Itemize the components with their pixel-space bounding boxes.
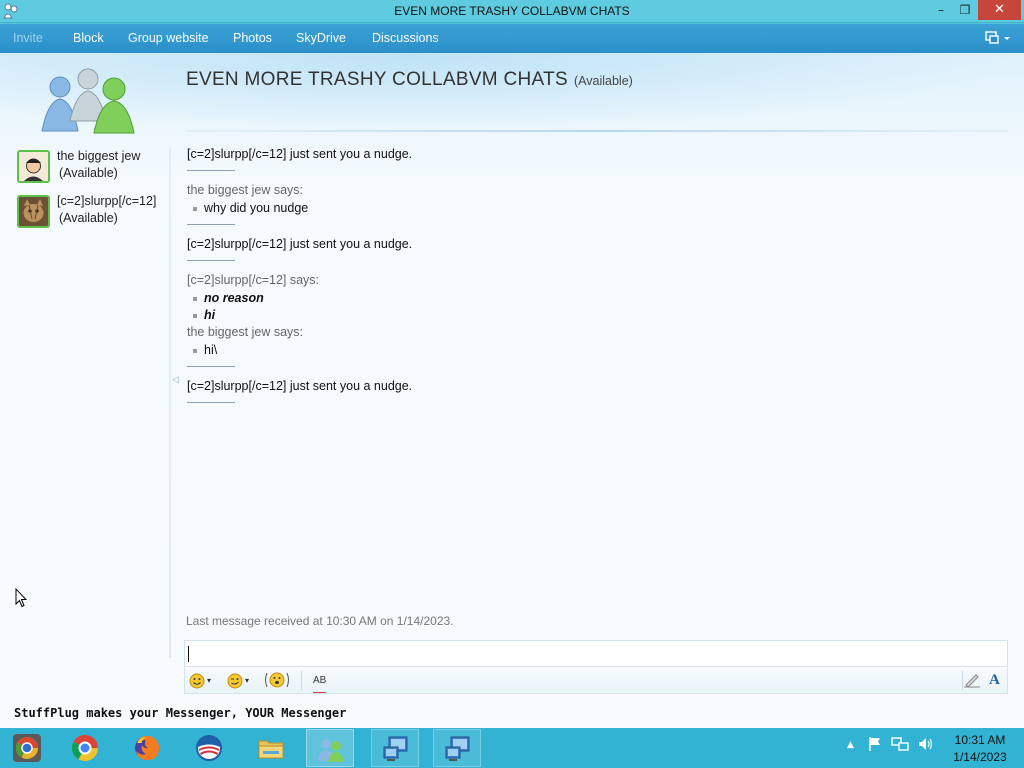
taskbar-obama[interactable] xyxy=(185,729,233,767)
conversation-window: EVEN MORE TRASHY COLLABVM CHATS (Availabl… xyxy=(0,53,1024,728)
skydrive-button[interactable]: SkyDrive xyxy=(296,31,346,45)
toolbar-divider xyxy=(301,671,302,690)
taskbar-chrome-canary[interactable] xyxy=(3,729,51,767)
input-toolbar: ▾ ▾ AB A xyxy=(184,667,1008,694)
chat-message: why did you nudge xyxy=(193,201,308,215)
maximize-button[interactable]: ❐ xyxy=(954,0,976,20)
obama-logo-icon xyxy=(196,735,222,761)
group-website-button[interactable]: Group website xyxy=(128,31,209,45)
show-hidden-icons-icon[interactable]: ▲ xyxy=(847,740,854,750)
photos-button[interactable]: Photos xyxy=(233,31,272,45)
message-separator xyxy=(187,224,235,225)
sender-line: the biggest jew says: xyxy=(187,183,304,197)
font-button[interactable]: A xyxy=(989,671,1000,690)
message-separator xyxy=(187,170,235,171)
firefox-icon xyxy=(135,735,159,760)
contact-slurpp[interactable]: [c=2]slurpp[/c=12] (Available) xyxy=(17,192,167,228)
message-text: hi xyxy=(204,308,216,322)
message-separator xyxy=(187,366,235,367)
minimize-button[interactable]: – xyxy=(930,0,952,20)
pane-splitter[interactable] xyxy=(169,148,171,658)
taskbar-chrome[interactable] xyxy=(61,729,109,767)
sender-line: [c=2]slurpp[/c=12] says: xyxy=(187,273,320,287)
chrome-icon xyxy=(71,734,99,761)
smiley-icon[interactable]: ▾ xyxy=(189,671,211,690)
person-cartoon-avatar xyxy=(17,150,50,183)
nudge-message: [c=2]slurpp[/c=12] just sent you a nudge… xyxy=(187,379,413,393)
bullet-icon xyxy=(193,313,197,318)
contact-name: [c=2]slurpp[/c=12] xyxy=(57,194,157,208)
handwriting-icon[interactable] xyxy=(963,671,981,690)
taskbar-messenger[interactable] xyxy=(306,729,354,767)
message-separator xyxy=(187,402,235,403)
action-center-flag-icon[interactable] xyxy=(867,736,883,756)
options-menu-icon[interactable] xyxy=(985,30,1015,48)
invite-button[interactable]: Invite xyxy=(13,31,43,45)
taskbar-clock[interactable]: 10:31 AM 1/14/2023 xyxy=(945,732,1015,766)
remote-desktop-icon xyxy=(445,736,470,761)
group-buddies-icon xyxy=(41,68,135,134)
contact-the-biggest-jew[interactable]: the biggest jew (Available) xyxy=(17,147,167,183)
conversation-name: EVEN MORE TRASHY COLLABVM CHATS xyxy=(186,69,568,90)
last-message-status: Last message received at 10:30 AM on 1/1… xyxy=(186,614,454,628)
taskbar: ▲ 10:31 AM 1/14/2023 xyxy=(0,728,1024,768)
cat-photo-avatar xyxy=(17,195,50,228)
nudge-message: [c=2]slurpp[/c=12] just sent you a nudge… xyxy=(187,237,413,251)
messenger-icon xyxy=(318,739,344,762)
message-text: no reason xyxy=(204,291,264,305)
nudge-icon[interactable] xyxy=(264,671,290,690)
conversation-toolbar: Invite Block Group website Photos SkyDri… xyxy=(0,24,1024,53)
taskbar-file-explorer[interactable] xyxy=(247,729,295,767)
message-input[interactable] xyxy=(184,640,1008,667)
close-button[interactable]: ✕ xyxy=(978,0,1021,20)
block-button[interactable]: Block xyxy=(73,31,104,45)
remote-desktop-icon xyxy=(383,736,408,761)
volume-icon[interactable] xyxy=(917,736,935,756)
chat-message: hi xyxy=(193,308,215,322)
sender-line: the biggest jew says: xyxy=(187,325,304,339)
chrome-canary-icon xyxy=(13,734,41,762)
bullet-icon xyxy=(193,206,197,211)
taskbar-firefox[interactable] xyxy=(123,729,171,767)
title-bar: EVEN MORE TRASHY COLLABVM CHATS – ❐ ✕ xyxy=(0,0,1024,23)
chat-message: no reason xyxy=(193,291,264,305)
taskbar-remote-desktop-2[interactable] xyxy=(433,729,481,767)
contact-name: the biggest jew xyxy=(57,149,141,163)
taskbar-remote-desktop-1[interactable] xyxy=(371,729,419,767)
bullet-icon xyxy=(193,348,197,353)
collapse-arrow-icon[interactable]: ◁ xyxy=(172,375,179,385)
header-divider xyxy=(186,130,1008,132)
bullet-icon xyxy=(193,296,197,301)
stuffplug-banner[interactable]: StuffPlug makes your Messenger, YOUR Mes… xyxy=(14,706,346,720)
chat-message: hi\ xyxy=(193,343,217,357)
header-background xyxy=(0,53,1024,133)
conversation-title: EVEN MORE TRASHY COLLABVM CHATS (Availabl… xyxy=(186,69,633,91)
message-separator xyxy=(187,260,235,261)
mouse-pointer-icon xyxy=(15,588,27,608)
spell-check-icon[interactable]: AB xyxy=(313,674,327,693)
message-text: why did you nudge xyxy=(204,201,309,215)
message-text: hi\ xyxy=(204,343,218,357)
discussions-button[interactable]: Discussions xyxy=(372,31,439,45)
clock-time: 10:31 AM xyxy=(954,733,1006,747)
contact-status: (Available) xyxy=(59,166,118,180)
nudge-message: [c=2]slurpp[/c=12] just sent you a nudge… xyxy=(187,147,413,161)
network-icon[interactable] xyxy=(891,736,909,756)
window-title: EVEN MORE TRASHY COLLABVM CHATS xyxy=(394,4,630,18)
text-caret xyxy=(188,646,189,662)
conversation-status: (Available) xyxy=(574,74,633,88)
clock-date: 1/14/2023 xyxy=(953,750,1007,764)
contact-status: (Available) xyxy=(59,211,118,225)
wink-icon[interactable]: ▾ xyxy=(227,671,249,690)
folder-icon xyxy=(258,740,284,759)
